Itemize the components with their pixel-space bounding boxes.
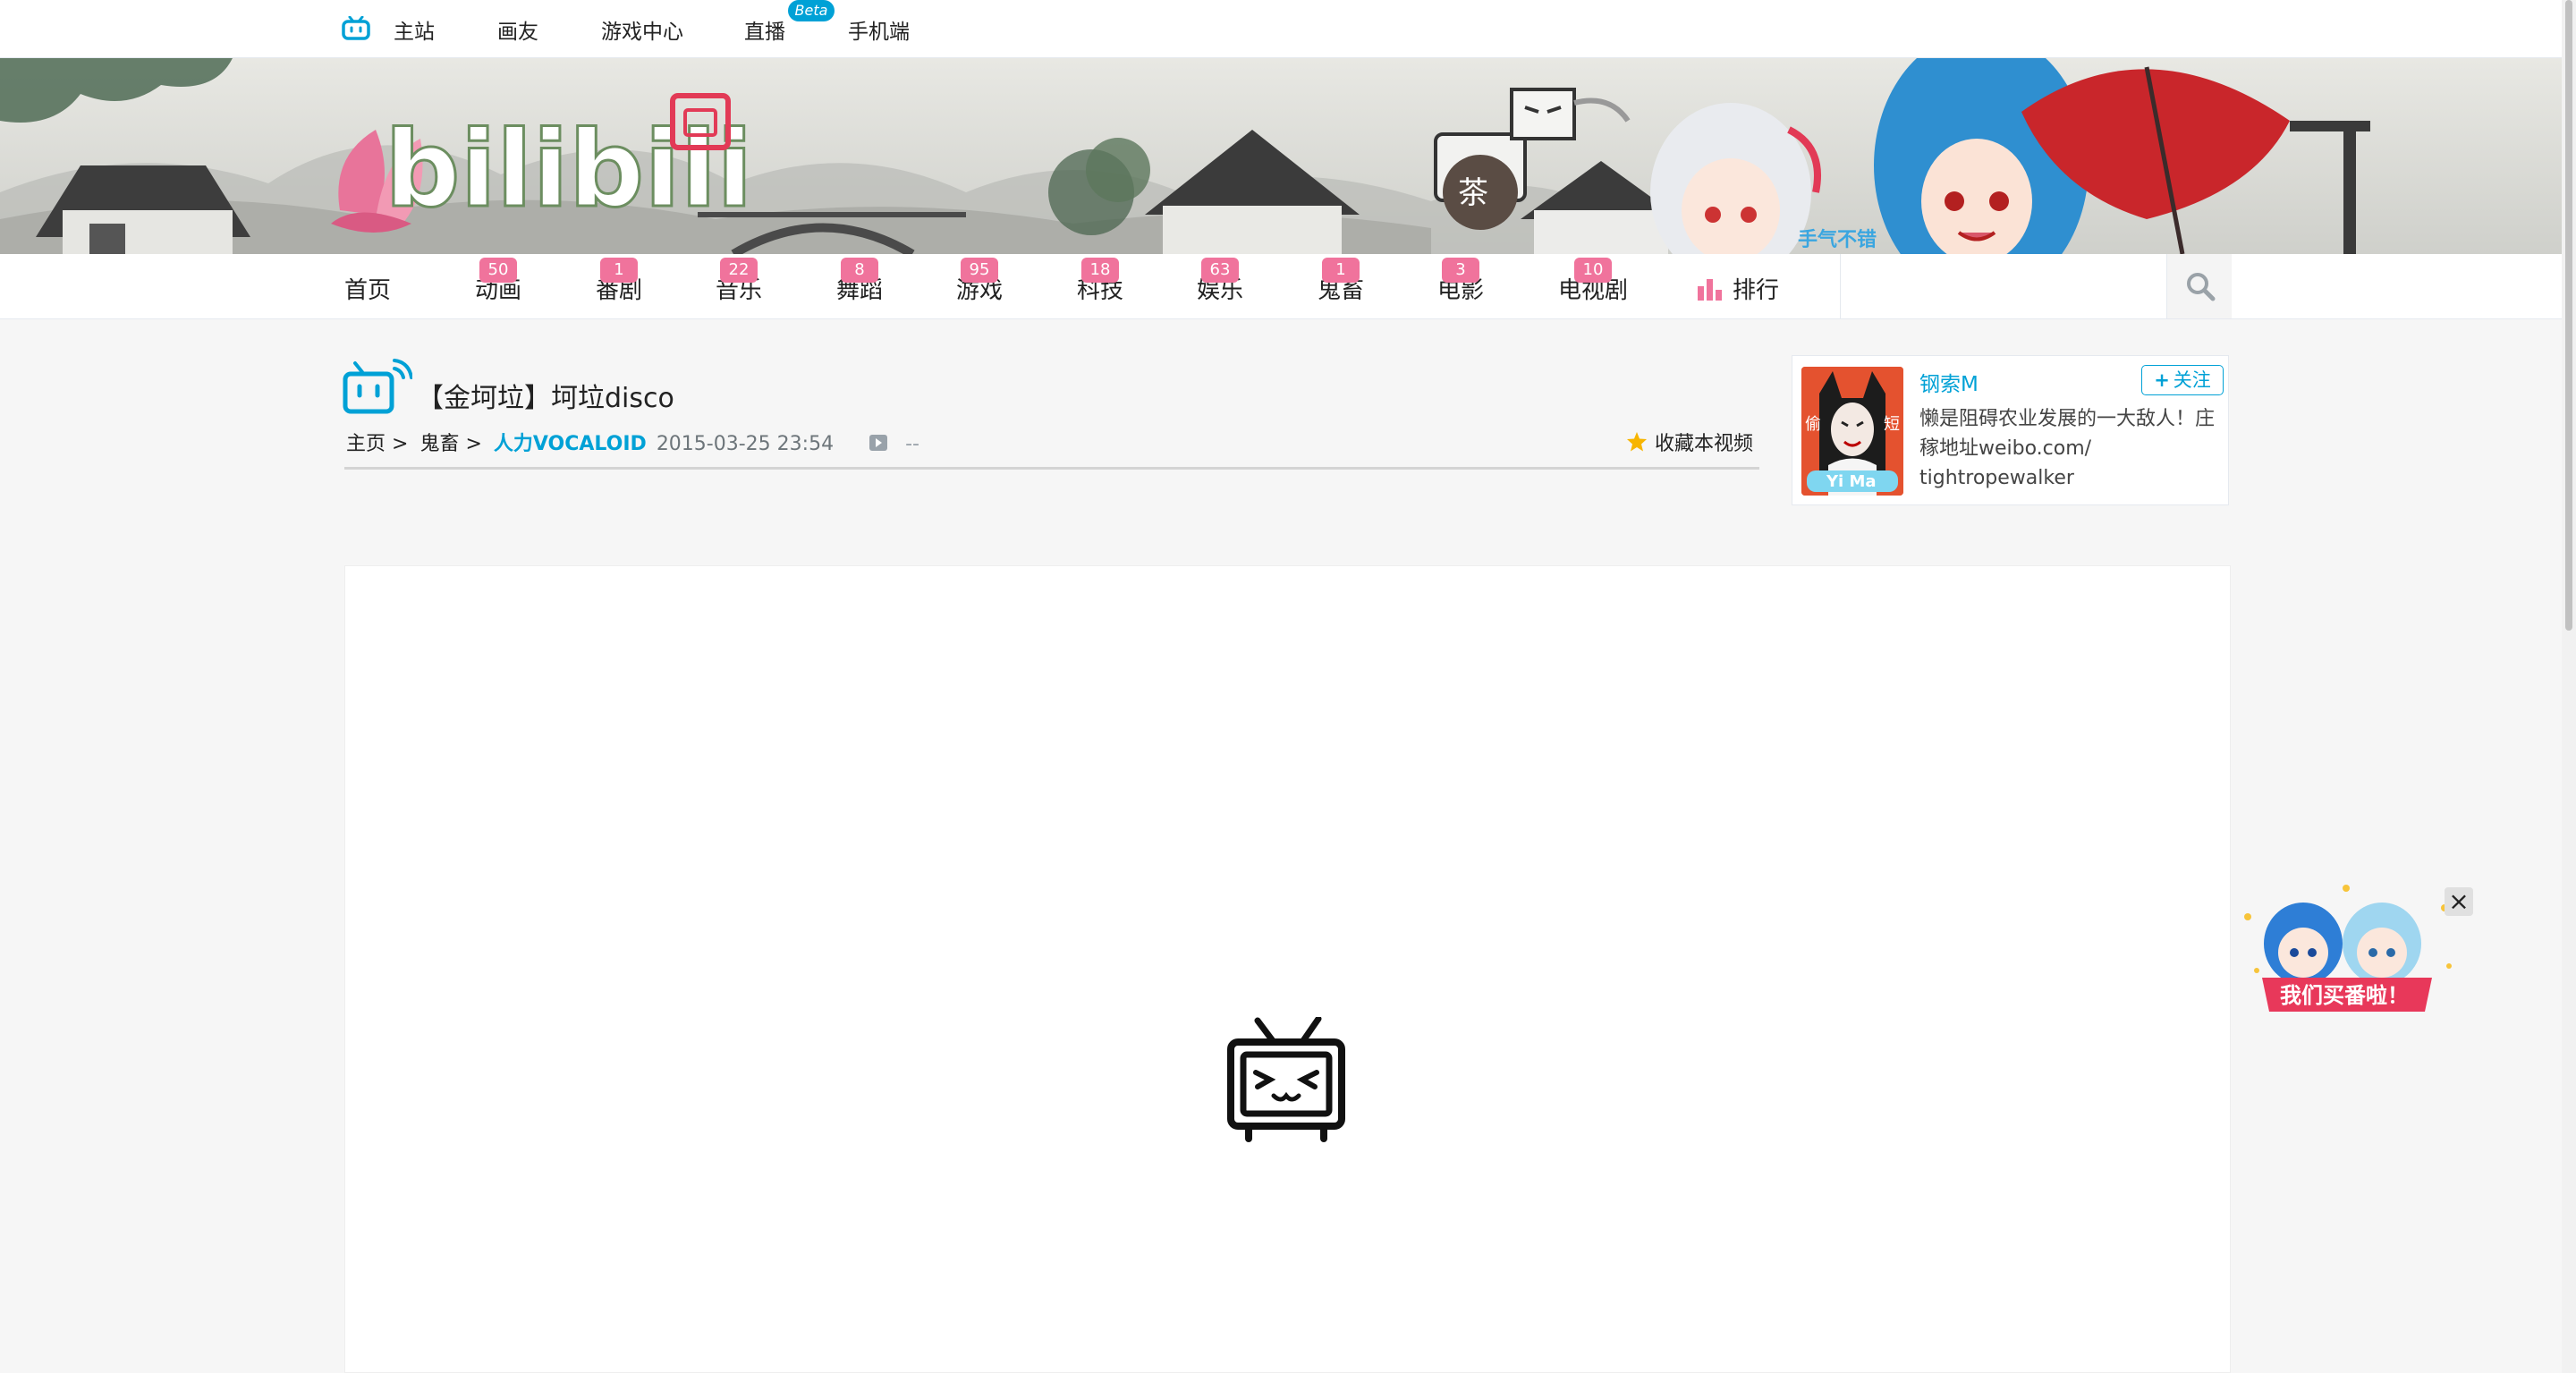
nav-item-label: 排行 (1732, 277, 1780, 304)
nav-item-tech[interactable]: 18 科技 (1077, 258, 1123, 305)
breadcrumb-separator: > (392, 433, 409, 455)
follow-label: 关注 (2173, 369, 2211, 391)
favorite-button[interactable]: 收藏本视频 (1626, 428, 1753, 456)
nav-item-movie[interactable]: 3 电影 (1437, 258, 1484, 305)
floating-ad[interactable]: 我们买番啦！ (2230, 881, 2462, 1015)
nav-item-home[interactable]: 首页 (344, 272, 391, 305)
nav-item-entertainment[interactable]: 63 娱乐 (1197, 258, 1243, 305)
uploader-description: 懒是阻碍农业发展的一大敌人！庄 稼地址weibo.com/ tightropew… (1919, 404, 2215, 493)
nav-count-badge: 50 (479, 258, 517, 283)
nav-count-badge: 10 (1573, 258, 1612, 283)
uploader-card: 偷 短 Yi Ma 钢索M + 关注 懒是阻碍农业发展的一大敌人！庄 稼地址wei… (1792, 355, 2229, 505)
breadcrumb-separator: > (465, 433, 482, 455)
search-button[interactable] (2166, 254, 2232, 318)
play-count-icon (869, 434, 888, 452)
topbar-link-mobile[interactable]: 手机端 (848, 14, 910, 45)
favorite-label: 收藏本视频 (1655, 433, 1754, 455)
nav-item-tv-drama[interactable]: 10 电视剧 (1558, 258, 1628, 305)
tv-logo-icon[interactable] (342, 15, 370, 41)
topbar-link-artists[interactable]: 画友 (497, 14, 538, 45)
lucky-sign[interactable]: 手气不错 (1798, 228, 1877, 251)
nav-item-music[interactable]: 22 音乐 (716, 258, 762, 305)
top-bar: 主站 画友 游戏中心 直播 Beta 手机端 (0, 0, 2562, 58)
search-icon (2185, 271, 2216, 305)
nav-count-badge: 3 (1441, 258, 1479, 283)
close-ad-button[interactable]: × (2445, 887, 2473, 916)
avatar-badge: Yi Ma (1826, 472, 1877, 491)
nav-item-anime[interactable]: 50 动画 (475, 258, 521, 305)
uploader-desc-line: tightropewalker (1919, 467, 2074, 489)
follow-button[interactable]: + 关注 (2141, 365, 2224, 395)
title-divider (344, 467, 1759, 470)
search-box (1840, 254, 2232, 318)
avatar[interactable]: 偷 短 Yi Ma (1801, 367, 1903, 496)
avatar-text-left: 偷 (1805, 415, 1821, 434)
nav-item-ranking[interactable]: 排行 (1697, 272, 1779, 305)
uploader-desc-line: 懒是阻碍农业发展的一大敌人！庄 (1919, 408, 2216, 430)
close-icon: × (2448, 886, 2470, 916)
plus-icon: + (2154, 369, 2170, 391)
nav-count-badge: 18 (1080, 258, 1119, 283)
nav-count-badge: 63 (1200, 258, 1239, 283)
star-icon (1626, 431, 1648, 453)
tv-signal-icon (343, 358, 413, 415)
upload-date: 2015-03-25 23:54 (656, 433, 835, 455)
nav-item-label: 首页 (343, 277, 392, 304)
nav-item-game[interactable]: 95 游戏 (956, 258, 1003, 305)
topbar-link-live[interactable]: 直播 (744, 14, 785, 45)
category-nav: 首页 50 动画 1 番剧 22 音乐 8 舞蹈 95 游戏 18 科技 63 … (0, 254, 2562, 319)
nav-item-dance[interactable]: 8 舞蹈 (836, 258, 883, 305)
header-banner: bilibili 茶 手气不错 (0, 58, 2562, 254)
topbar-link-game-center[interactable]: 游戏中心 (601, 14, 683, 45)
search-input[interactable] (1841, 254, 2163, 318)
tea-text: 茶 (1458, 175, 1488, 211)
bilibili-logo[interactable]: bilibili (384, 106, 755, 233)
uploader-desc-line: 稼地址weibo.com/ (1919, 437, 2092, 460)
scrollbar-thumb[interactable] (2565, 0, 2572, 631)
breadcrumb-kichiku[interactable]: 鬼畜 (419, 433, 459, 455)
nav-count-badge: 1 (1321, 258, 1360, 283)
loading-tv-icon (1225, 1015, 1347, 1142)
topbar-link-main[interactable]: 主站 (394, 14, 435, 45)
bar-chart-icon (1697, 277, 1724, 301)
nav-count-badge: 95 (960, 258, 998, 283)
live-beta-badge: Beta (788, 0, 835, 21)
avatar-text-right: 短 (1884, 415, 1900, 434)
floating-ad-text: 我们买番啦！ (2280, 983, 2409, 1008)
page-scrollbar[interactable] (2562, 0, 2576, 1373)
nav-item-kichiku[interactable]: 1 鬼畜 (1318, 258, 1364, 305)
breadcrumb-category[interactable]: 人力VOCALOID (494, 433, 647, 455)
uploader-name[interactable]: 钢索M (1919, 367, 1979, 397)
nav-count-badge: 1 (599, 258, 638, 283)
video-title: 【金坷垃】坷垃disco (417, 383, 674, 414)
nav-item-bangumi[interactable]: 1 番剧 (596, 258, 642, 305)
breadcrumb: 主页 > 鬼畜 > 人力VOCALOID 2015-03-25 23:54 -- (346, 428, 925, 456)
play-count: -- (905, 433, 919, 455)
nav-count-badge: 22 (719, 258, 758, 283)
breadcrumb-home[interactable]: 主页 (346, 433, 386, 455)
nav-count-badge: 8 (840, 258, 878, 283)
video-player[interactable] (344, 565, 2231, 1373)
